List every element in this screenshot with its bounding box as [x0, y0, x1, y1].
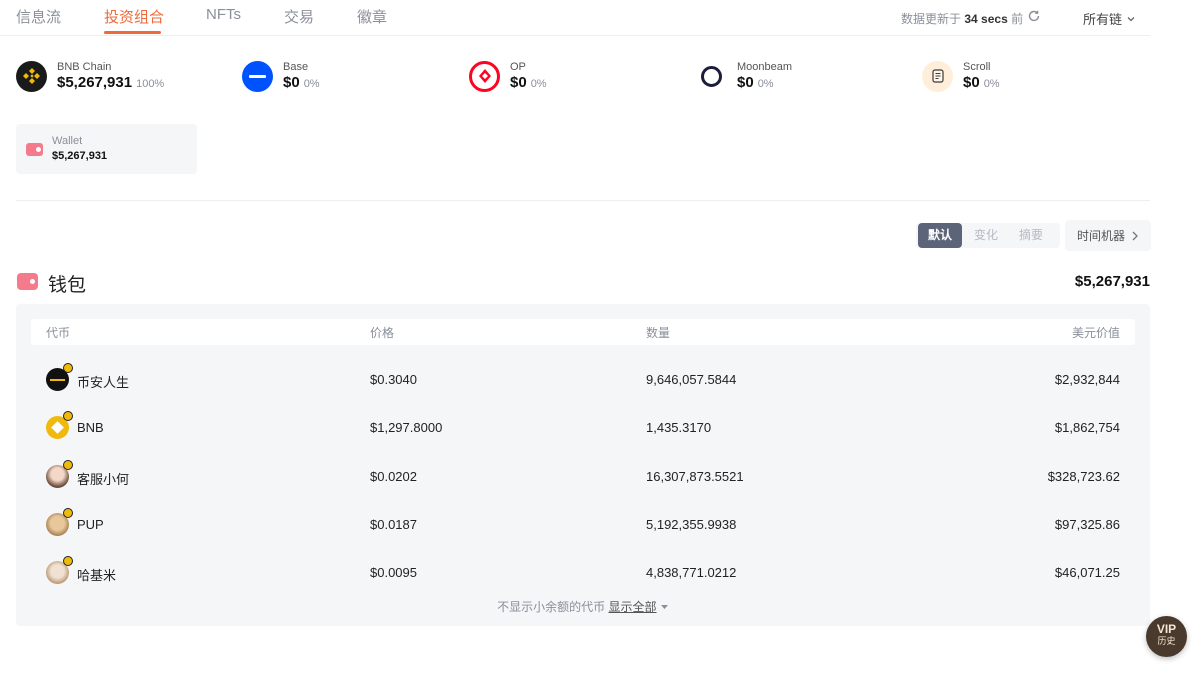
token-usd-value: $2,932,844 [1054, 372, 1120, 387]
refresh-icon[interactable] [1027, 9, 1041, 23]
active-tab-indicator [104, 31, 161, 34]
tab-trades[interactable]: 交易 [284, 6, 314, 27]
chain-value: $0 [283, 73, 300, 91]
table-row[interactable]: 币安人生 $0.3040 9,646,057.5844 $2,932,844 [31, 360, 1135, 400]
vip-sub-label: 历史 [1157, 636, 1176, 646]
chain-value: $5,267,931 [57, 73, 133, 91]
token-name: 哈基米 [77, 568, 117, 583]
tab-portfolio[interactable]: 投资组合 [104, 6, 164, 27]
token-name: 币安人生 [77, 375, 130, 390]
chain-name: OP [510, 60, 526, 73]
chain-value: $0 [737, 73, 754, 91]
token-price: $0.0202 [370, 469, 417, 484]
base-icon [242, 60, 273, 92]
table-row[interactable]: 哈基米 $0.0095 4,838,771.0212 $46,071.25 [31, 553, 1135, 593]
chain-percent: 0% [530, 77, 547, 90]
token-price: $1,297.8000 [370, 420, 443, 435]
token-price: $0.0095 [370, 565, 417, 580]
wallet-label: Wallet [52, 135, 83, 147]
view-change-button[interactable]: 变化 [966, 223, 1006, 248]
column-amount: 数量 [646, 326, 671, 340]
token-amount: 9,646,057.5844 [646, 372, 737, 387]
chain-item-base[interactable]: Base $0 0% [242, 58, 320, 94]
chain-name: Base [283, 60, 309, 73]
token-usd-value: $97,325.86 [1054, 517, 1120, 532]
view-default-button[interactable]: 默认 [918, 223, 962, 248]
bnb-chain-icon [16, 60, 47, 92]
token-amount: 5,192,355.9938 [646, 517, 737, 532]
time-machine-label: 时间机器 [1076, 229, 1125, 243]
chain-value: $0 [510, 73, 527, 91]
update-prefix: 数据更新于 [901, 12, 962, 26]
bnb-chain-badge-icon [63, 556, 73, 566]
bnb-chain-badge-icon [63, 363, 73, 373]
token-name: PUP [77, 517, 104, 532]
table-row[interactable]: 客服小何 $0.0202 16,307,873.5521 $328,723.62 [31, 457, 1135, 497]
caret-down-icon[interactable] [660, 603, 669, 611]
bnb-chain-badge-icon [63, 411, 73, 421]
table-row[interactable]: BNB $1,297.8000 1,435.3170 $1,862,754 [31, 408, 1135, 448]
tab-badges[interactable]: 徽章 [357, 6, 387, 27]
top-nav: 信息流 投资组合 NFTs 交易 徽章 数据更新于 34 secs 前 所有链 [0, 0, 1150, 36]
wallet-icon [17, 273, 38, 290]
chain-percent: 100% [136, 77, 165, 90]
view-summary-button[interactable]: 摘要 [1011, 223, 1051, 248]
wallet-icon [26, 143, 43, 156]
moonbeam-icon [696, 60, 727, 92]
chevron-right-icon [1132, 231, 1138, 240]
chain-percent: 0% [983, 77, 1000, 90]
chain-item-moonbeam[interactable]: Moonbeam $0 0% [696, 58, 792, 94]
small-balance-note: 不显示小余额的代币 显示全部 [0, 598, 1166, 615]
update-time: 34 secs [964, 12, 1008, 26]
token-price: $0.3040 [370, 372, 417, 387]
chain-filter-dropdown[interactable]: 所有链 [1083, 9, 1136, 28]
column-price: 价格 [370, 326, 395, 340]
column-token: 代币 [46, 326, 71, 340]
token-amount: 16,307,873.5521 [646, 469, 744, 484]
bnb-chain-badge-icon [63, 508, 73, 518]
wallet-amount: $5,267,931 [52, 150, 108, 162]
chain-item-op[interactable]: OP $0 0% [469, 58, 547, 94]
chain-name: Moonbeam [737, 60, 793, 73]
section-title: 钱包 [48, 275, 87, 296]
section-divider [16, 200, 1150, 201]
time-machine-button[interactable]: 时间机器 [1065, 220, 1151, 251]
update-status: 数据更新于 34 secs 前 [901, 10, 1023, 27]
token-usd-value: $328,723.62 [1047, 469, 1120, 484]
op-icon [469, 60, 500, 92]
tab-feed[interactable]: 信息流 [16, 6, 61, 27]
vip-history-button[interactable]: VIP 历史 [1146, 616, 1187, 657]
chain-item-scroll[interactable]: Scroll $0 0% [922, 58, 1000, 94]
bnb-chain-badge-icon [63, 460, 73, 470]
view-switch: 默认 变化 摘要 [916, 223, 1060, 248]
scroll-icon [922, 60, 953, 92]
token-amount: 4,838,771.0212 [646, 565, 737, 580]
token-name: 客服小何 [77, 472, 130, 487]
chain-name: BNB Chain [57, 60, 112, 73]
token-price: $0.0187 [370, 517, 417, 532]
section-total: $5,267,931 [1074, 273, 1150, 290]
token-usd-value: $1,862,754 [1054, 420, 1120, 435]
small-balance-text: 不显示小余额的代币 [497, 600, 606, 614]
chain-item-bnb[interactable]: BNB Chain $5,267,931 100% [16, 58, 164, 94]
chain-percent: 0% [757, 77, 774, 90]
vip-label: VIP [1156, 622, 1177, 636]
wallet-summary-card[interactable]: Wallet $5,267,931 [16, 124, 197, 174]
chain-percent: 0% [303, 77, 320, 90]
table-row[interactable]: PUP $0.0187 5,192,355.9938 $97,325.86 [31, 505, 1135, 545]
chain-name: Scroll [963, 60, 991, 73]
table-header: 代币 价格 数量 美元价值 [31, 319, 1135, 345]
update-suffix: 前 [1011, 12, 1024, 26]
token-usd-value: $46,071.25 [1054, 565, 1120, 580]
token-amount: 1,435.3170 [646, 420, 712, 435]
chain-value: $0 [963, 73, 980, 91]
token-name: BNB [77, 420, 104, 435]
chevron-down-icon [1127, 16, 1135, 21]
show-all-link[interactable]: 显示全部 [609, 600, 657, 614]
tab-nfts[interactable]: NFTs [206, 6, 241, 23]
chain-filter-label: 所有链 [1083, 12, 1123, 27]
column-usd-value: 美元价值 [1071, 326, 1120, 340]
